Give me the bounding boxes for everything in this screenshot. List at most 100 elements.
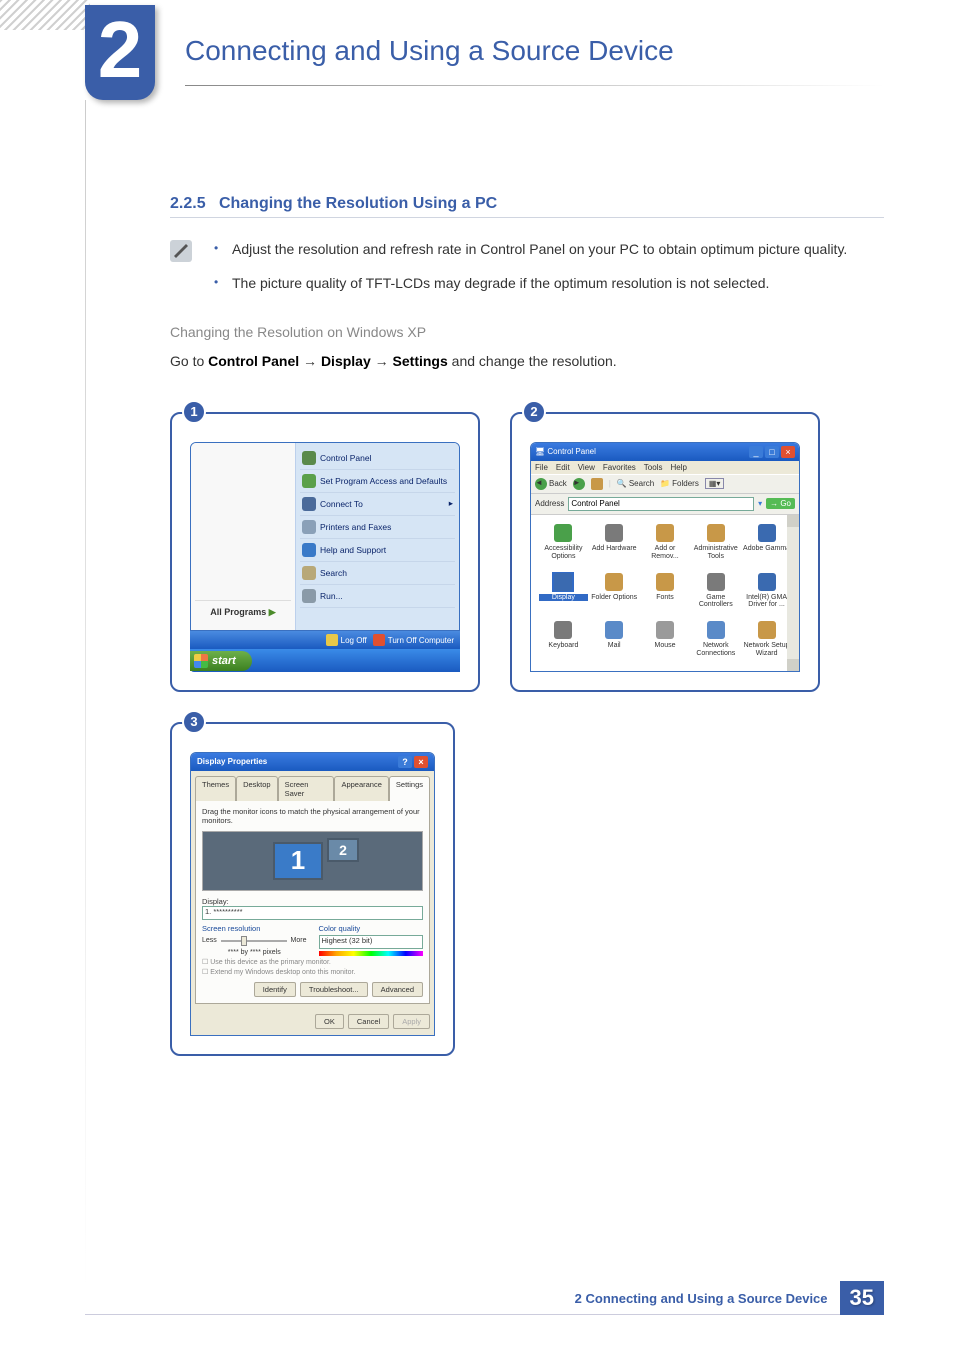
window-title: Display Properties [197,757,267,766]
display-select[interactable]: 1. ********** [202,906,423,920]
cancel-button[interactable]: Cancel [348,1014,389,1029]
start-menu-item[interactable]: Connect To▸ [300,493,455,516]
os-subheading: Changing the Resolution on Windows XP [170,324,884,340]
start-menu-item[interactable]: Set Program Access and Defaults [300,470,455,493]
tab-themes[interactable]: Themes [195,776,236,801]
display-properties-window: Display Properties ? × ThemesDesktopScre… [190,752,435,1036]
logoff-button[interactable]: Log Off [326,634,367,646]
apply-button: Apply [393,1014,430,1029]
forward-button[interactable]: ► [573,478,585,490]
menu-bar[interactable]: File Edit View Favorites Tools Help [531,461,799,474]
start-menu-item[interactable]: Search [300,562,455,585]
footer-text: 2 Connecting and Using a Source Device [575,1291,828,1306]
control-panel-item[interactable]: Accessibility Options [539,523,588,566]
toolbar: ◄Back ► | 🔍 Search 📁 Folders ▦▾ [531,474,799,494]
menu-item[interactable]: Tools [644,463,663,472]
control-panel-item[interactable]: Fonts [641,572,690,615]
control-panel-item[interactable]: Intel(R) GMA Driver for ... [742,572,791,615]
search-button[interactable]: 🔍 Search [617,479,654,488]
side-rule [85,100,86,1290]
maximize-icon[interactable]: □ [765,446,779,458]
control-panel-item[interactable]: Network Setup Wizard [742,620,791,663]
address-input[interactable] [568,497,754,511]
control-panel-item[interactable]: Adobe Gamma [742,523,791,566]
hint-text: Drag the monitor icons to match the phys… [202,807,423,825]
section-title: Changing the Resolution Using a PC [219,195,497,212]
figure-3-box: 3 Display Properties ? × ThemesDesktopSc… [170,722,455,1056]
color-bar [319,951,424,956]
tab-appearance[interactable]: Appearance [334,776,388,801]
color-quality-label: Color quality [319,924,424,933]
dropdown-icon[interactable]: ▾ [758,499,762,508]
all-programs-item[interactable]: All Programs [195,600,291,624]
control-panel-item[interactable]: Keyboard [539,620,588,663]
ok-button[interactable]: OK [315,1014,344,1029]
tab-screen-saver[interactable]: Screen Saver [278,776,335,801]
instruction-text: Go to Control Panel → Display → Settings… [170,350,884,372]
figure-number: 3 [182,710,206,734]
close-icon[interactable]: × [414,756,428,768]
chapter-title: Connecting and Using a Source Device [185,35,674,67]
section-underline [170,217,884,218]
figure-2-box: 2 🖥 Control Panel _ □ × FileEditViewFavo… [510,412,820,692]
menu-item[interactable]: File [535,463,548,472]
control-panel-item[interactable]: Display [539,572,588,615]
address-label: Address [535,499,564,508]
decorative-hatch [0,0,90,30]
monitor-2-icon[interactable]: 2 [327,838,359,862]
color-quality-select[interactable]: Highest (32 bit) [319,935,424,949]
primary-monitor-checkbox[interactable]: ☐ Use this device as the primary monitor… [202,958,423,966]
control-panel-item[interactable]: Add Hardware [590,523,639,566]
note-block: Adjust the resolution and refresh rate i… [170,238,884,306]
up-button[interactable] [591,478,603,490]
control-panel-item[interactable]: Network Connections [691,620,740,663]
start-menu-item[interactable]: Help and Support [300,539,455,562]
section-number: 2.2.5 [170,195,206,212]
start-button[interactable]: start [190,651,252,671]
go-button[interactable]: → Go [766,498,795,509]
display-label: Display: [202,897,423,906]
page-number: 35 [840,1281,884,1315]
figure-1-box: 1 All Programs Control PanelSet Program … [170,412,480,692]
folders-button[interactable]: 📁 Folders [660,479,699,488]
control-panel-item[interactable]: Folder Options [590,572,639,615]
minimize-icon[interactable]: _ [749,446,763,458]
note-icon [170,240,192,262]
start-menu-item[interactable]: Control Panel [300,447,455,470]
troubleshoot--button[interactable]: Troubleshoot... [300,982,368,997]
tab-settings[interactable]: Settings [389,776,430,801]
extend-desktop-checkbox[interactable]: ☐ Extend my Windows desktop onto this mo… [202,968,423,976]
scrollbar[interactable] [787,515,799,671]
start-menu-item[interactable]: Printers and Faxes [300,516,455,539]
figure-number: 2 [522,400,546,424]
monitor-1-icon[interactable]: 1 [273,842,323,880]
control-panel-item[interactable]: Mail [590,620,639,663]
menu-item[interactable]: View [578,463,595,472]
start-menu-item[interactable]: Run... [300,585,455,608]
resolution-slider[interactable] [221,935,287,947]
tab-desktop[interactable]: Desktop [236,776,278,801]
figure-number: 1 [182,400,206,424]
advanced-button[interactable]: Advanced [372,982,423,997]
help-icon[interactable]: ? [398,756,412,768]
screen-res-label: Screen resolution [202,924,307,933]
menu-item[interactable]: Edit [556,463,570,472]
start-menu-screenshot: All Programs Control PanelSet Program Ac… [190,442,460,672]
bullet-item: The picture quality of TFT-LCDs may degr… [210,272,847,296]
close-icon[interactable]: × [781,446,795,458]
control-panel-item[interactable]: Administrative Tools [691,523,740,566]
menu-item[interactable]: Help [670,463,686,472]
control-panel-item[interactable]: Add or Remov... [641,523,690,566]
back-button[interactable]: ◄Back [535,478,567,490]
identify-button[interactable]: Identify [254,982,296,997]
window-title: 🖥 Control Panel [535,447,596,456]
menu-item[interactable]: Favorites [603,463,636,472]
bullet-item: Adjust the resolution and refresh rate i… [210,238,847,262]
resolution-value: **** by **** pixels [202,949,307,956]
turnoff-button[interactable]: Turn Off Computer [373,634,454,646]
control-panel-item[interactable]: Mouse [641,620,690,663]
bullet-list: Adjust the resolution and refresh rate i… [210,238,847,306]
control-panel-item[interactable]: Game Controllers [691,572,740,615]
views-button[interactable]: ▦▾ [705,478,725,489]
monitor-arrangement[interactable]: 1 2 [202,831,423,891]
